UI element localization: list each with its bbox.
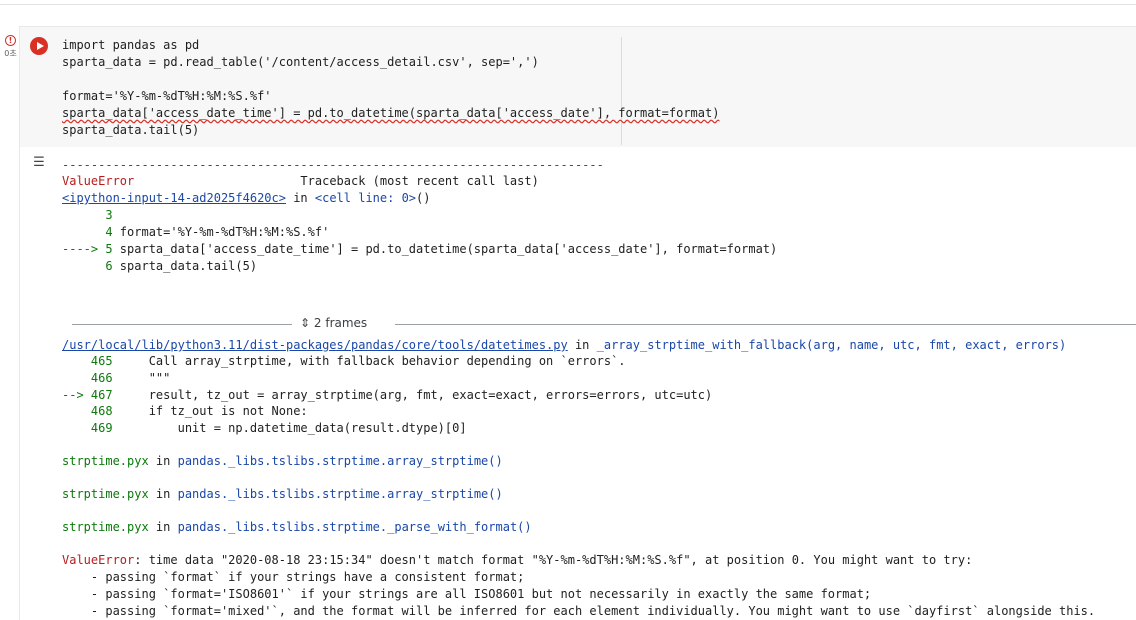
context-line: 6 sparta_data.tail(5) (62, 258, 257, 274)
code-line-2: sparta_data = pd.read_table('/content/ac… (62, 55, 539, 69)
pyx-function: pandas._libs.tslibs.strptime.array_strpt… (177, 454, 503, 468)
suggestion-line: - passing `format` if your strings have … (62, 570, 525, 584)
code-line-4: format='%Y-%m-%dT%H:%M:%S.%f' (62, 89, 272, 103)
line-code: sparta_data['access_date_time'] = pd.to_… (112, 242, 778, 256)
error-icon: ! (5, 35, 16, 46)
line-number: 468 (62, 404, 113, 418)
frames-rule-right (395, 324, 1136, 325)
code-line-6: sparta_data.tail(5) (62, 123, 200, 137)
context-line: 469 unit = np.datetime_data(result.dtype… (62, 420, 467, 436)
line-number: ----> 5 (62, 242, 113, 256)
line-number: 6 (62, 259, 113, 273)
run-cell-button[interactable] (30, 37, 48, 55)
line-number: 465 (62, 354, 113, 368)
in-text: in (285, 191, 315, 205)
pyx-frame: strptime.pyx in pandas._libs.tslibs.strp… (62, 454, 503, 468)
context-line-current: ----> 5 sparta_data['access_date_time'] … (62, 241, 777, 257)
context-line: 4 format='%Y-%m-%dT%H:%M:%S.%f' (62, 224, 329, 240)
line-code: format='%Y-%m-%dT%H:%M:%S.%f' (112, 225, 330, 239)
traceback-location: <ipython-input-14-ad2025f4620c> in <cell… (62, 190, 430, 206)
frame-location: /usr/local/lib/python3.11/dist-packages/… (62, 338, 1067, 352)
cell-paren: () (416, 191, 431, 205)
code-line-1: import pandas as pd (62, 38, 200, 52)
suggestion-line: - passing `format='ISO8601'` if your str… (62, 587, 872, 601)
line-number: 4 (62, 225, 113, 239)
code-editor[interactable]: import pandas as pd sparta_data = pd.read… (20, 27, 1136, 147)
datetimes-path-link[interactable]: /usr/local/lib/python3.11/dist-packages/… (62, 338, 568, 352)
line-number: 466 (62, 371, 113, 385)
line-number: --> 467 (62, 388, 113, 402)
frames-label: 2 frames (313, 316, 368, 330)
traceback-separator: ----------------------------------------… (62, 158, 604, 172)
pyx-function: pandas._libs.tslibs.strptime.array_strpt… (177, 487, 503, 501)
pyx-function: pandas._libs.tslibs.strptime._parse_with… (177, 520, 532, 534)
top-divider (0, 4, 1136, 5)
cell-status: ! 0초 (1, 35, 20, 59)
cell-line-ref: <cell line: 0> (314, 191, 417, 205)
context-line: 465 Call array_strptime, with fallback b… (62, 353, 626, 369)
pyx-file: strptime.pyx (62, 520, 149, 534)
traceback-title: Traceback (most recent call last) (300, 174, 539, 188)
pyx-file: strptime.pyx (62, 454, 149, 468)
suggestion-line: - passing `format='mixed'`, and the form… (62, 604, 1096, 618)
line-code: result, tz_out = array_strptime(arg, fmt… (112, 388, 713, 402)
code-content[interactable]: import pandas as pd sparta_data = pd.read… (62, 37, 719, 139)
code-cell[interactable]: ! 0초 import pandas as pd sparta_data = pd… (4, 26, 1136, 620)
pyx-frame: strptime.pyx in pandas._libs.tslibs.strp… (62, 487, 503, 501)
error-type: ValueError (62, 174, 135, 188)
frames-rule-left (72, 324, 292, 325)
final-error-message: : time data "2020-08-18 23:15:34" doesn'… (134, 553, 973, 567)
function-signature: _array_strptime_with_fallback(arg, name,… (596, 338, 1067, 352)
ipython-input-link[interactable]: <ipython-input-14-ad2025f4620c> (62, 191, 286, 205)
code-line-5: sparta_data['access_date_time'] = pd.to_… (62, 106, 720, 120)
context-line: 466 """ (62, 370, 170, 386)
execution-time: 0초 (4, 49, 17, 58)
pyx-frame: strptime.pyx in pandas._libs.tslibs.strp… (62, 520, 532, 534)
line-number: 469 (62, 421, 113, 435)
context-line: 468 if tz_out is not None: (62, 403, 308, 419)
line-code: if tz_out is not None: (112, 404, 308, 418)
pyx-file: strptime.pyx (62, 487, 149, 501)
final-error-type: ValueError (62, 553, 135, 567)
traceback-header: ValueError Traceback (most recent call l… (62, 173, 539, 189)
line-number: 3 (62, 208, 113, 222)
context-line-current: --> 467 result, tz_out = array_strptime(… (62, 387, 712, 403)
context-line: 3 (62, 207, 113, 223)
output-menu-icon[interactable]: ☰ (29, 153, 49, 173)
line-code: """ (112, 371, 171, 385)
chevron-updown-icon: ⇕ (300, 316, 311, 330)
final-error-line: ValueError: time data "2020-08-18 23:15:… (62, 552, 972, 568)
line-code: unit = np.datetime_data(result.dtype)[0] (112, 421, 467, 435)
line-code: Call array_strptime, with fallback behav… (112, 354, 626, 368)
frames-toggle[interactable]: ⇕ 2 frames (300, 316, 367, 330)
line-code: sparta_data.tail(5) (112, 259, 258, 273)
